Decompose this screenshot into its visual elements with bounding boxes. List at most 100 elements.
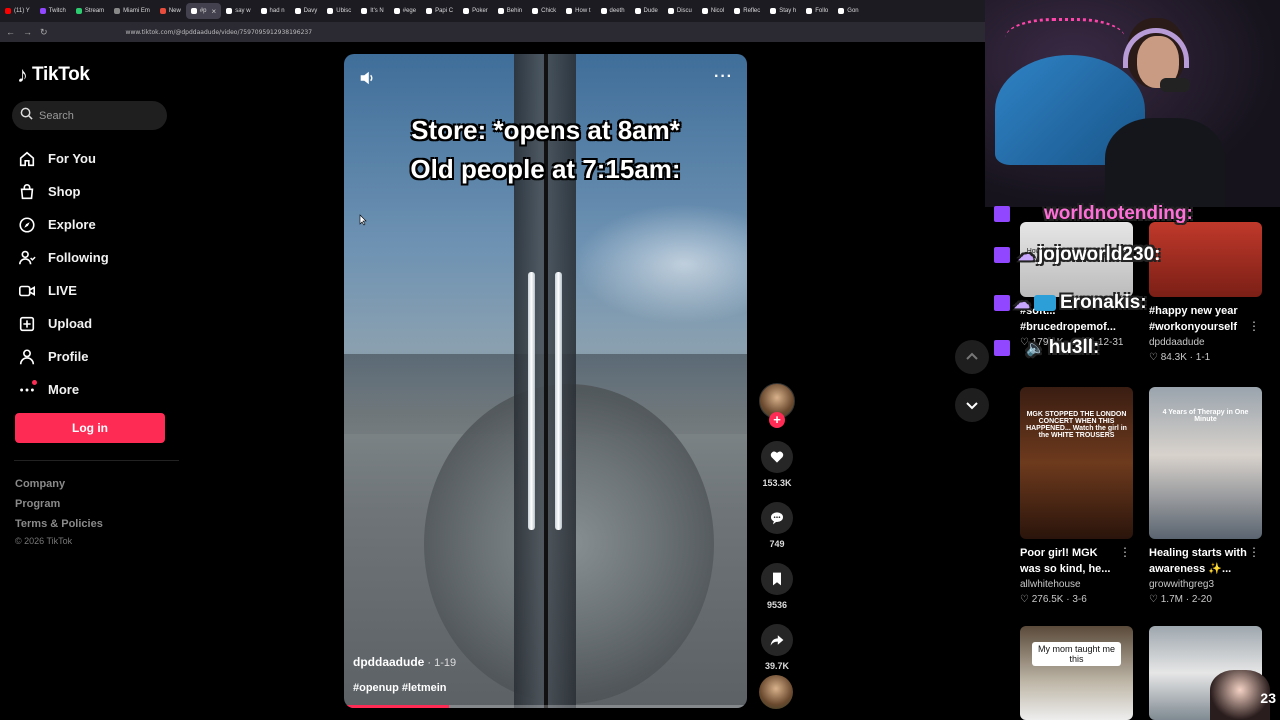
- browser-tab[interactable]: Chick: [527, 0, 561, 22]
- footer-link-terms[interactable]: Terms & Policies: [15, 514, 103, 534]
- sidebar-item-shop[interactable]: Shop: [18, 175, 178, 208]
- browser-tab[interactable]: Twitch: [35, 0, 71, 22]
- browser-tab[interactable]: Stream: [71, 0, 109, 22]
- reload-icon[interactable]: ↻: [40, 27, 48, 38]
- tab-label: Reflec: [743, 8, 761, 14]
- feed-thumbnail[interactable]: My mom taught me this: [1020, 626, 1133, 720]
- sidebar-item-profile[interactable]: Profile: [18, 340, 178, 373]
- browser-tab[interactable]: Miami Em: [109, 0, 155, 22]
- tab-label: Discu: [676, 8, 692, 14]
- tab-favicon-icon: [393, 8, 400, 14]
- feed-card[interactable]: How dads be looking at the time of your …: [1020, 222, 1133, 350]
- save-action[interactable]: 9536: [757, 563, 797, 612]
- feed-author[interactable]: dpddaadude: [1149, 335, 1262, 350]
- video-menu-icon[interactable]: ···: [714, 68, 733, 86]
- sidebar-item-explore[interactable]: Explore: [18, 208, 178, 241]
- sidebar-item-upload[interactable]: Upload: [18, 307, 178, 340]
- feed-card[interactable]: My mom taught me this: [1020, 626, 1133, 720]
- feed-stats: ♡ 1.7M · 2-20: [1149, 594, 1212, 605]
- video-hashtags[interactable]: #openup #letmein: [353, 682, 447, 694]
- browser-tab[interactable]: deeth: [596, 0, 630, 22]
- kebab-icon[interactable]: ⋮: [1248, 545, 1260, 559]
- feed-thumbnail[interactable]: MGK STOPPED THE LONDON CONCERT WHEN THIS…: [1020, 387, 1133, 539]
- forward-icon[interactable]: →: [23, 27, 32, 37]
- sidebar-item-label: Shop: [48, 184, 81, 199]
- browser-tab[interactable]: Behin: [493, 0, 527, 22]
- search-input[interactable]: [39, 109, 159, 122]
- browser-tab[interactable]: Reflec: [729, 0, 765, 22]
- door-handle-left: [528, 272, 535, 530]
- browser-tab[interactable]: New: [155, 0, 186, 22]
- feed-thumbnail[interactable]: [1149, 222, 1262, 297]
- sidebar-item-more[interactable]: More: [18, 373, 178, 406]
- heart-icon[interactable]: [761, 441, 793, 473]
- door-gap: [544, 54, 548, 708]
- browser-tab[interactable]: Follo: [801, 0, 833, 22]
- footer-link-program[interactable]: Program: [15, 494, 103, 514]
- sidebar-item-label: Explore: [48, 217, 96, 232]
- video-player[interactable]: Store: *opens at 8am* Old people at 7:15…: [344, 54, 747, 708]
- feed-author[interactable]: allwhitehouse: [1020, 577, 1133, 592]
- browser-tab[interactable]: Discu: [663, 0, 697, 22]
- volume-icon[interactable]: [358, 69, 376, 87]
- chevron-down-icon: [966, 402, 978, 410]
- browser-tab[interactable]: Poker: [458, 0, 493, 22]
- browser-tab[interactable]: Gon: [833, 0, 863, 22]
- browser-tab[interactable]: (11) Y: [0, 0, 35, 22]
- scroll-up-button[interactable]: [955, 340, 989, 374]
- kebab-icon[interactable]: ⋮: [1119, 545, 1131, 559]
- sidebar-item-for-you[interactable]: For You: [18, 142, 178, 175]
- browser-tab[interactable]: How t: [561, 0, 595, 22]
- browser-tab[interactable]: #p ×: [185, 3, 222, 19]
- feed-card[interactable]: 4 Years of Therapy in One Minute Healing…: [1149, 387, 1262, 607]
- footer-link-company[interactable]: Company: [15, 474, 103, 494]
- browser-tab[interactable]: Nicol: [697, 0, 729, 22]
- feed-thumbnail[interactable]: 4 Years of Therapy in One Minute: [1149, 387, 1262, 539]
- back-icon[interactable]: ←: [6, 27, 15, 37]
- browser-tab[interactable]: Papi C: [421, 0, 458, 22]
- sound-avatar[interactable]: [759, 675, 793, 709]
- tab-label: Papi C: [435, 8, 454, 14]
- sidebar-item-following[interactable]: Following: [18, 241, 178, 274]
- share-icon[interactable]: [761, 624, 793, 656]
- search-box[interactable]: [12, 101, 167, 130]
- browser-tab[interactable]: Dude: [630, 0, 663, 22]
- browser-tab[interactable]: say w: [221, 0, 255, 22]
- compass-icon: [18, 216, 36, 234]
- sidebar-item-live[interactable]: LIVE: [18, 274, 178, 307]
- kebab-icon[interactable]: ⋮: [1248, 319, 1260, 333]
- feed-card[interactable]: #happy new year #workonyourself ⋮ dpddaa…: [1149, 222, 1262, 365]
- browser-tab[interactable]: Davy: [290, 0, 323, 22]
- feed-author[interactable]: growwithgreg3: [1149, 577, 1262, 592]
- video-author[interactable]: dpddaadude · 1-19: [353, 655, 456, 669]
- tab-favicon-icon: [806, 8, 813, 14]
- chat-username: worldnotending:: [1044, 203, 1193, 224]
- feed-card[interactable]: MGK STOPPED THE LONDON CONCERT WHEN THIS…: [1020, 387, 1133, 607]
- login-button[interactable]: Log in: [15, 413, 165, 443]
- comment-action[interactable]: 749: [757, 502, 797, 551]
- bookmark-icon[interactable]: [761, 563, 793, 595]
- browser-tab[interactable]: Ubisc: [322, 0, 356, 22]
- browser-tab[interactable]: #ege: [389, 0, 421, 22]
- tab-label: How t: [575, 8, 591, 14]
- upload-icon: [18, 315, 36, 333]
- tab-favicon-icon: [634, 8, 641, 14]
- tab-close-icon[interactable]: ×: [212, 7, 217, 16]
- sky-glow: [574, 204, 747, 324]
- like-action[interactable]: 153.3K: [757, 441, 797, 490]
- tab-favicon-icon: [838, 8, 845, 14]
- follow-button[interactable]: +: [769, 412, 785, 428]
- browser-tab[interactable]: Stay h: [765, 0, 801, 22]
- overlay-counter: 23: [1260, 690, 1276, 706]
- tiktok-logo[interactable]: ♪ TikTok: [17, 62, 90, 88]
- feed-title-line2: was so kind, he...: [1020, 563, 1111, 575]
- author-name[interactable]: dpddaadude: [353, 655, 424, 669]
- tab-favicon-icon: [39, 8, 46, 14]
- browser-tab[interactable]: It's N: [356, 0, 388, 22]
- video-progress-bar[interactable]: [344, 705, 747, 708]
- url-text[interactable]: www.tiktok.com/@dpddaadude/video/7597095…: [126, 29, 312, 36]
- share-action[interactable]: 39.7K: [757, 624, 797, 673]
- scroll-down-button[interactable]: [955, 388, 989, 422]
- comment-icon[interactable]: [761, 502, 793, 534]
- browser-tab[interactable]: had n: [256, 0, 290, 22]
